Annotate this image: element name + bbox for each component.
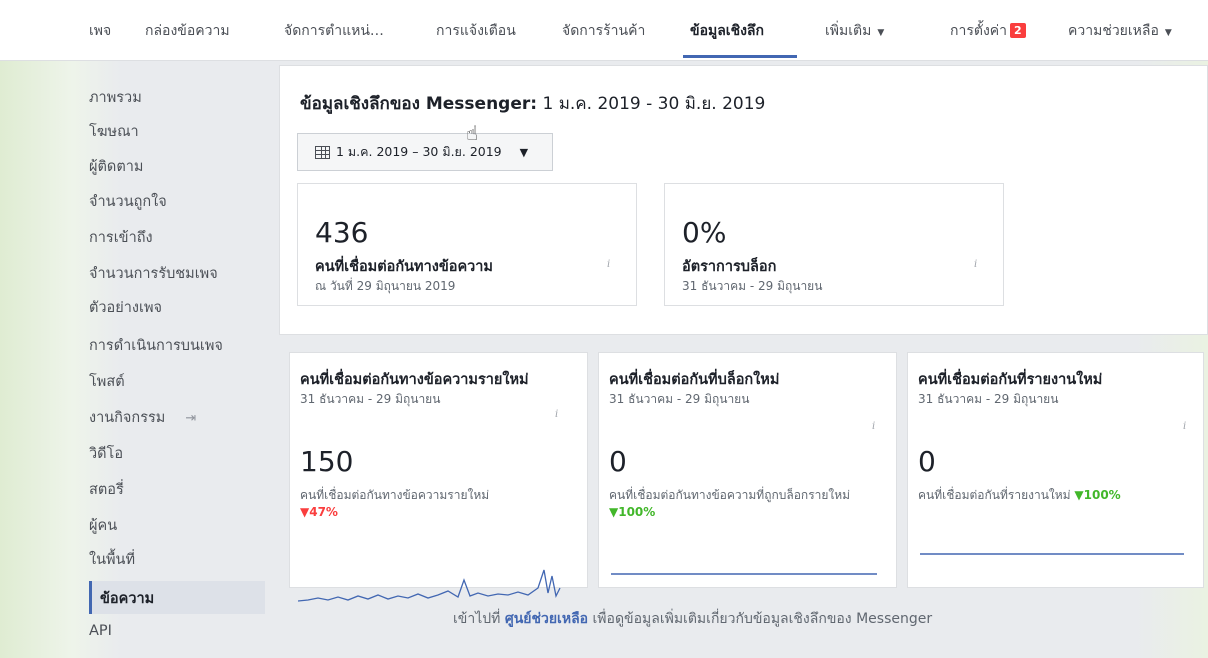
nav-item-shop[interactable]: จัดการร้านค้า: [562, 20, 645, 42]
sidebar-item-label: งานกิจกรรม: [89, 410, 166, 426]
metric-desc-text: คนที่เชื่อมต่อกันที่รายงานใหม่: [918, 488, 1071, 502]
sidebar-item-stories[interactable]: สตอรี่: [89, 478, 124, 501]
metric-desc-text: คนที่เชื่อมต่อกันทางข้อความรายใหม่: [300, 488, 490, 502]
metric-change: ▼47%: [300, 505, 338, 519]
note-prefix: เข้าไปที่: [453, 611, 501, 627]
nav-item-settings[interactable]: การตั้งค่า 2: [950, 20, 1026, 42]
metric-sub: 31 ธันวาคม - 29 มิถุนายน: [609, 392, 750, 406]
metric-description: คนที่เชื่อมต่อกันทางข้อความที่ถูกบล็อกรา…: [609, 487, 889, 521]
title-bold: ข้อมูลเชิงลึกของ Messenger:: [300, 94, 538, 114]
sparkline-chart: [920, 553, 1184, 555]
sidebar-item-videos[interactable]: วิดีโอ: [89, 442, 123, 465]
info-icon[interactable]: i: [1183, 421, 1186, 432]
sidebar-item-reach[interactable]: การเข้าถึง: [89, 226, 153, 249]
hand-cursor-icon: ☝: [466, 121, 479, 145]
metric-description: คนที่เชื่อมต่อกันที่รายงานใหม่ ▼100%: [918, 487, 1198, 504]
sidebar-item-page-views[interactable]: จำนวนการรับชมเพจ: [89, 262, 218, 285]
nav-item-page[interactable]: เพจ: [89, 20, 111, 42]
top-navigation: เพจ กล่องข้อความ จัดการตำแหน่… การแจ้งเต…: [0, 0, 1208, 61]
export-icon: ⇥: [185, 411, 197, 426]
nav-item-more[interactable]: เพิ่มเติม ▼: [825, 20, 884, 42]
nav-item-manage-jobs[interactable]: จัดการตำแหน่…: [284, 20, 384, 42]
calendar-icon: [315, 145, 330, 159]
caret-down-icon: ▼: [877, 28, 885, 38]
metric-card-new-blocked: คนที่เชื่อมต่อกันที่บล็อกใหม่ 31 ธันวาคม…: [598, 352, 897, 588]
info-icon[interactable]: i: [974, 259, 977, 270]
sidebar-item-events[interactable]: งานกิจกรรม ⇥: [89, 406, 196, 429]
date-range-label: 1 ม.ค. 2019 – 30 มิ.ย. 2019: [336, 144, 502, 159]
sidebar-item-api[interactable]: API: [89, 623, 112, 639]
title-range: 1 ม.ค. 2019 - 30 มิ.ย. 2019: [542, 94, 766, 114]
metric-card-new-reported: คนที่เชื่อมต่อกันที่รายงานใหม่ 31 ธันวาค…: [907, 352, 1204, 588]
metric-description: คนที่เชื่อมต่อกันทางข้อความรายใหม่ ▼47%: [300, 487, 580, 521]
metric-title: คนที่เชื่อมต่อกันที่รายงานใหม่: [918, 372, 1103, 388]
sidebar-item-people[interactable]: ผู้คน: [89, 514, 117, 537]
metric-value: 0: [609, 445, 627, 478]
sidebar-item-ads[interactable]: โฆษณา: [89, 120, 139, 143]
note-suffix: เพื่อดูข้อมูลเพิ่มเติมเกี่ยวกับข้อมูลเชิ…: [592, 611, 933, 627]
sidebar-active-bar: [89, 581, 92, 614]
nav-settings-label: การตั้งค่า: [950, 23, 1008, 39]
page-title: ข้อมูลเชิงลึกของ Messenger: 1 ม.ค. 2019 …: [300, 90, 765, 117]
active-tab-indicator: [683, 55, 797, 58]
metric-value: 150: [300, 445, 354, 478]
sidebar-item-overview[interactable]: ภาพรวม: [89, 86, 142, 109]
sidebar-item-page-previews[interactable]: ตัวอย่างเพจ: [89, 296, 162, 319]
info-icon[interactable]: i: [607, 259, 610, 270]
metric-desc-text: คนที่เชื่อมต่อกันทางข้อความที่ถูกบล็อกรา…: [609, 488, 851, 502]
metric-title: คนที่เชื่อมต่อกันที่บล็อกใหม่: [609, 372, 780, 388]
sidebar-item-actions[interactable]: การดำเนินการบนเพจ: [89, 334, 223, 357]
messenger-overview-panel: ข้อมูลเชิงลึกของ Messenger: 1 ม.ค. 2019 …: [279, 65, 1208, 335]
sidebar-item-likes[interactable]: จำนวนถูกใจ: [89, 190, 167, 213]
sparkline-chart: [611, 573, 877, 575]
metric-change: ▼100%: [609, 505, 656, 519]
nav-item-inbox[interactable]: กล่องข้อความ: [145, 20, 230, 42]
nav-more-label: เพิ่มเติม: [825, 23, 872, 39]
info-icon[interactable]: i: [872, 421, 875, 432]
sidebar-item-posts[interactable]: โพสต์: [89, 370, 125, 393]
metric-title: คนที่เชื่อมต่อกันทางข้อความรายใหม่: [300, 372, 529, 388]
stat-sub: 31 ธันวาคม - 29 มิถุนายน: [682, 279, 823, 293]
stat-sub: ณ วันที่ 29 มิถุนายน 2019: [315, 279, 456, 293]
date-range-picker[interactable]: 1 ม.ค. 2019 – 30 มิ.ย. 2019 ▼: [297, 133, 553, 171]
stat-label: คนที่เชื่อมต่อกันทางข้อความ: [315, 259, 493, 275]
stat-label: อัตราการบล็อก: [682, 259, 777, 275]
metric-sub: 31 ธันวาคม - 29 มิถุนายน: [300, 392, 441, 406]
stat-card-connections: 436 คนที่เชื่อมต่อกันทางข้อความ ณ วันที่…: [297, 183, 637, 306]
sidebar-item-local[interactable]: ในพื้นที่: [89, 548, 135, 571]
metric-value: 0: [918, 445, 936, 478]
nav-item-help[interactable]: ความช่วยเหลือ ▼: [1068, 20, 1172, 42]
notification-badge: 2: [1010, 23, 1026, 38]
sparkline-chart: [298, 569, 561, 602]
info-icon[interactable]: i: [555, 409, 558, 420]
nav-item-insights[interactable]: ข้อมูลเชิงลึก: [690, 20, 764, 42]
nav-item-notifications[interactable]: การแจ้งเตือน: [436, 20, 516, 42]
sidebar-item-followers[interactable]: ผู้ติดตาม: [89, 155, 143, 178]
stat-value: 436: [315, 216, 369, 249]
sidebar-item-messages[interactable]: ข้อความ: [100, 587, 154, 610]
metric-card-new-connections: คนที่เชื่อมต่อกันทางข้อความรายใหม่ 31 ธั…: [289, 352, 588, 602]
caret-down-icon: ▼: [1164, 28, 1172, 38]
metric-change: ▼100%: [1074, 488, 1121, 502]
caret-down-icon: ▼: [519, 145, 529, 159]
stat-value: 0%: [682, 216, 727, 249]
help-center-note: เข้าไปที่ ศูนย์ช่วยเหลือ เพื่อดูข้อมูลเพ…: [453, 608, 932, 630]
nav-help-label: ความช่วยเหลือ: [1068, 23, 1159, 39]
metric-sub: 31 ธันวาคม - 29 มิถุนายน: [918, 392, 1059, 406]
help-center-link[interactable]: ศูนย์ช่วยเหลือ: [505, 611, 588, 627]
stat-card-block-rate: 0% อัตราการบล็อก 31 ธันวาคม - 29 มิถุนาย…: [664, 183, 1004, 306]
